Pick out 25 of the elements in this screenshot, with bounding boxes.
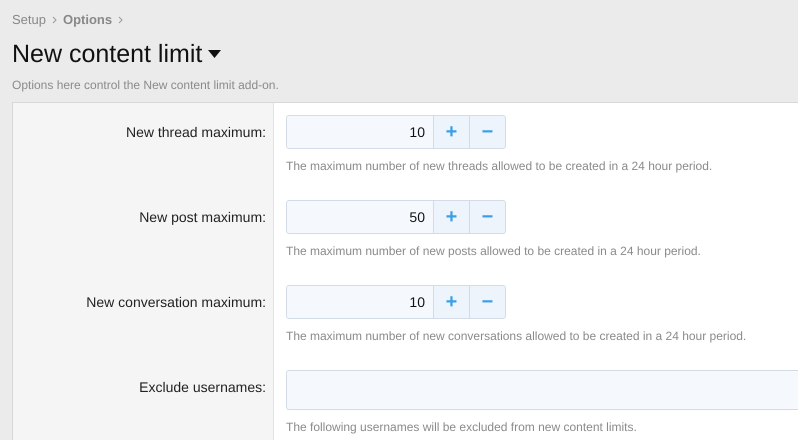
field-label: New post maximum: [139, 208, 266, 227]
page-title: New content limit [12, 38, 202, 70]
chevron-icon [118, 16, 124, 24]
decrement-button[interactable]: − [470, 284, 506, 318]
field-hint: The following usernames will be excluded from new content limits. [286, 418, 638, 436]
field-label: New thread maximum: [126, 122, 266, 142]
breadcrumb-link[interactable]: Setup [12, 10, 46, 30]
field-label: Exclude usernames: [139, 378, 266, 396]
text-input[interactable] [286, 370, 798, 410]
decrement-button[interactable]: − [470, 114, 506, 148]
field-hint: The maximum number of new conversations allowed to be created in a 24 hour period. [286, 328, 748, 344]
increment-button[interactable]: + [434, 114, 470, 148]
field-hint: The maximum number of new posts allowed to be created in a 24 hour period. [286, 242, 702, 260]
number-input[interactable]: 10 [286, 114, 434, 148]
decrement-button[interactable]: − [470, 200, 506, 234]
caret-icon[interactable] [208, 50, 222, 58]
increment-button[interactable]: + [434, 200, 470, 234]
increment-button[interactable]: + [434, 284, 470, 318]
page-description: Options here control the New content limit add-on. [12, 76, 280, 94]
breadcrumb-link[interactable]: Options [62, 10, 112, 30]
number-input[interactable]: 50 [286, 200, 434, 234]
field-label: New conversation maximum: [86, 292, 266, 312]
number-input[interactable]: 10 [286, 284, 434, 318]
chevron-icon [52, 16, 57, 24]
field-hint: The maximum number of new threads allowed to be created in a 24 hour period. [286, 158, 714, 174]
